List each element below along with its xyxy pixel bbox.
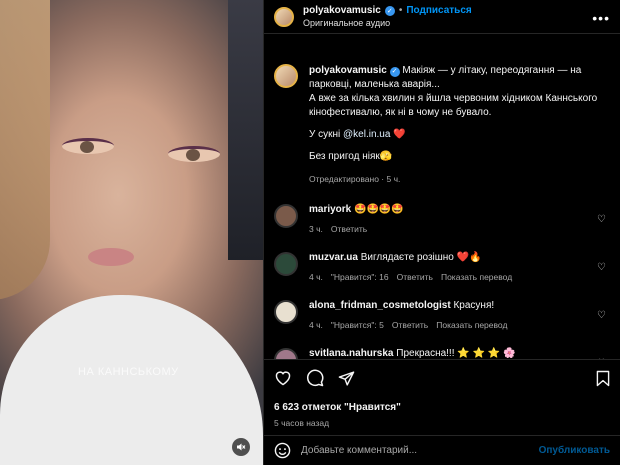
comment-text: Красуня! xyxy=(453,300,495,311)
emoji-icon[interactable] xyxy=(274,442,291,459)
video-frame-shirt xyxy=(0,295,263,465)
post-time: 5 часов назад xyxy=(274,418,330,428)
commenter-avatar[interactable] xyxy=(274,348,298,359)
more-options-icon[interactable]: ••• xyxy=(592,10,610,26)
comment-like-heart-icon[interactable]: ♡ xyxy=(597,310,606,321)
caption: polyakovamusic ✓ Макіяж — у літаку, пере… xyxy=(274,34,610,186)
comment-reply-button[interactable]: Ответить xyxy=(397,272,433,282)
commenter-avatar[interactable] xyxy=(274,300,298,324)
follow-button[interactable]: Подписаться xyxy=(406,5,471,16)
mute-button[interactable] xyxy=(232,438,250,456)
comment-item: muzvar.ua Виглядаєте розішно ❤️🔥 4 ч. "Нр… xyxy=(274,252,610,282)
commenter-avatar[interactable] xyxy=(274,252,298,276)
comment-item: alona_fridman_cosmetologist Красуня! 4 ч… xyxy=(274,300,610,330)
commenter-avatar[interactable] xyxy=(274,204,298,228)
comment-item: svitlana.nahurska Прекрасна!!! ⭐ ⭐ ⭐ 🌸 ♡ xyxy=(274,348,610,359)
video-frame-eye xyxy=(62,138,114,154)
caption-meta: Отредактировано · 5 ч. xyxy=(309,174,401,184)
caption-closing: Без пригод ніяк🫣 xyxy=(309,151,393,162)
comment-time: 3 ч. xyxy=(309,224,323,234)
action-bar: 6 623 отметок "Нравится" 5 часов назад xyxy=(264,359,620,428)
mention-link[interactable]: @kel.in.ua xyxy=(343,129,390,140)
caption-author-avatar[interactable] xyxy=(274,64,298,88)
video-frame-hair xyxy=(0,0,50,300)
video-frame-eye xyxy=(168,146,220,162)
comment-text: Прекрасна!!! ⭐ ⭐ ⭐ 🌸 xyxy=(396,348,516,359)
comment-text: 🤩🤩🤩🤩 xyxy=(354,204,404,215)
caption-line2: А вже за кілька хвилин я йшла червоним х… xyxy=(309,93,598,118)
share-send-icon[interactable] xyxy=(338,370,355,387)
caption-dress-prefix: У сукні xyxy=(309,129,344,140)
commenter-username[interactable]: mariyork xyxy=(309,204,351,215)
caption-heart: ❤️ xyxy=(393,129,406,140)
reel-video[interactable]: НА КАННСЬКОМУ xyxy=(0,0,263,465)
separator-dot: • xyxy=(398,5,403,16)
speaker-muted-icon xyxy=(237,443,246,451)
author-username[interactable]: polyakovamusic xyxy=(303,5,381,16)
comments-list[interactable]: polyakovamusic ✓ Макіяж — у літаку, пере… xyxy=(264,34,620,359)
comment-text: Виглядаєте розішно ❤️🔥 xyxy=(360,252,482,263)
add-comment-bar: Опубликовать xyxy=(264,435,620,465)
comment-like-heart-icon[interactable]: ♡ xyxy=(597,262,606,273)
commenter-username[interactable]: svitlana.nahurska xyxy=(309,348,393,359)
verified-badge-icon: ✓ xyxy=(384,5,395,16)
comment-reply-button[interactable]: Ответить xyxy=(392,320,428,330)
video-overlay-text: НА КАННСЬКОМУ xyxy=(78,366,179,378)
caption-username[interactable]: polyakovamusic xyxy=(309,65,387,76)
audio-link[interactable]: Оригинальное аудио xyxy=(303,18,472,28)
comment-translate-button[interactable]: Показать перевод xyxy=(441,272,512,282)
comment-item: mariyork 🤩🤩🤩🤩 3 ч. Ответить ♡ xyxy=(274,204,610,234)
commenter-username[interactable]: muzvar.ua xyxy=(309,252,358,263)
video-frame-lips xyxy=(88,248,134,266)
comment-time: 4 ч. xyxy=(309,272,323,282)
video-frame-background xyxy=(228,0,263,260)
post-panel: polyakovamusic ✓ • Подписаться Оригиналь… xyxy=(263,0,620,465)
post-header: polyakovamusic ✓ • Подписаться Оригиналь… xyxy=(264,0,620,34)
comment-input[interactable] xyxy=(301,445,539,456)
likes-count[interactable]: 6 623 отметок "Нравится" xyxy=(274,402,610,413)
verified-badge-icon: ✓ xyxy=(389,67,400,77)
comment-like-heart-icon[interactable]: ♡ xyxy=(597,214,606,225)
comment-reply-button[interactable]: Ответить xyxy=(331,224,367,234)
comment-likes[interactable]: "Нравится": 16 xyxy=(331,272,389,282)
comment-time: 4 ч. xyxy=(309,320,323,330)
comment-translate-button[interactable]: Показать перевод xyxy=(436,320,507,330)
commenter-username[interactable]: alona_fridman_cosmetologist xyxy=(309,300,451,311)
comment-bubble-icon[interactable] xyxy=(306,369,324,387)
publish-button[interactable]: Опубликовать xyxy=(539,445,610,456)
comment-likes[interactable]: "Нравится": 5 xyxy=(331,320,384,330)
like-heart-icon[interactable] xyxy=(274,370,292,386)
author-avatar[interactable] xyxy=(274,6,294,27)
save-bookmark-icon[interactable] xyxy=(596,370,610,387)
